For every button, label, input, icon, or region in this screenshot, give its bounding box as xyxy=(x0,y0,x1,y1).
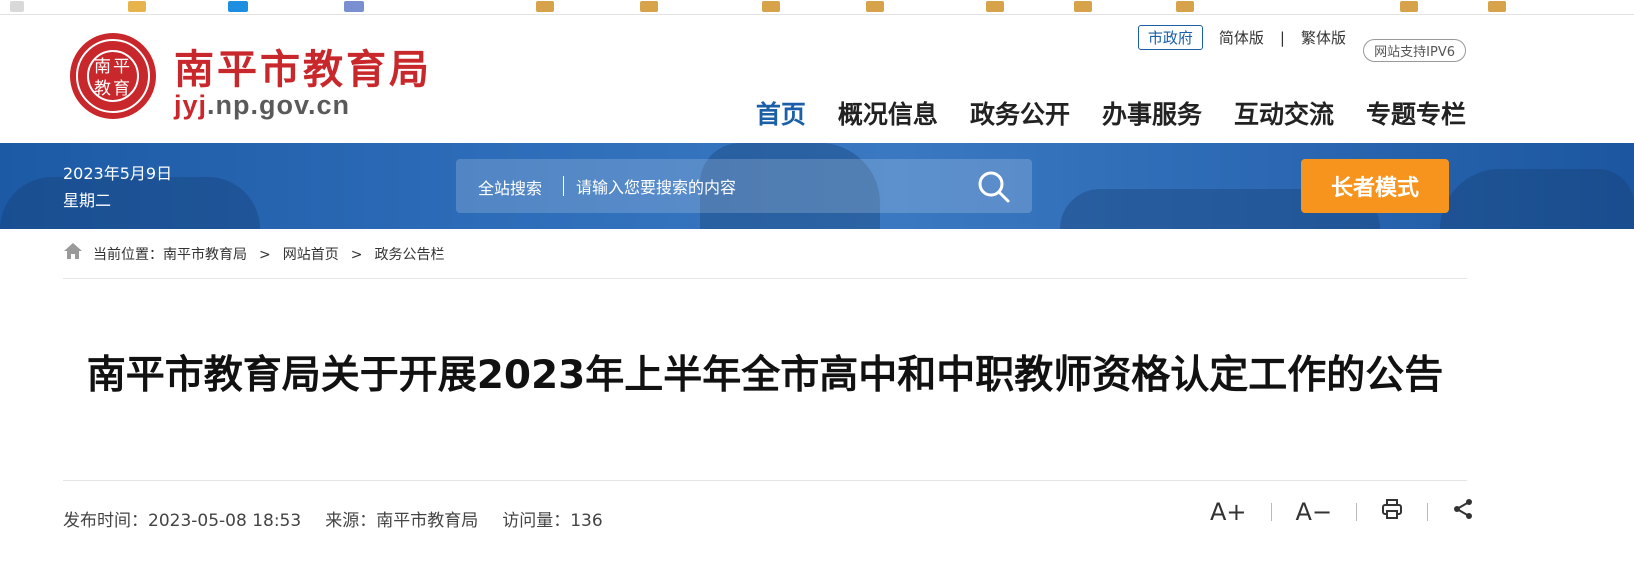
article-tools: A+ A− xyxy=(1210,498,1474,526)
bookmark-item[interactable] xyxy=(866,1,884,12)
breadcrumb-trail: 当前位置：南平市教育局 > 网站首页 > 政务公告栏 xyxy=(93,244,444,264)
bookmark-item[interactable] xyxy=(1074,1,1092,12)
share-button[interactable] xyxy=(1452,498,1474,526)
nav-item-government-affairs[interactable]: 政务公开 xyxy=(970,95,1070,131)
current-date: 2023年5月9日 xyxy=(63,164,173,183)
tool-separator xyxy=(1270,503,1272,521)
breadcrumb: 当前位置：南平市教育局 > 网站首页 > 政务公告栏 xyxy=(63,242,1467,279)
banner-mountain-decoration xyxy=(1440,169,1634,229)
bookmark-item[interactable] xyxy=(228,1,248,12)
meta-divider xyxy=(63,480,1467,481)
bookmark-item[interactable] xyxy=(986,1,1004,12)
printer-icon xyxy=(1382,499,1403,519)
search-divider xyxy=(563,176,564,196)
home-icon xyxy=(64,243,82,259)
main-nav: 首页 概况信息 政务公开 办事服务 互动交流 专题专栏 xyxy=(724,95,1466,131)
publish-time: 2023-05-08 18:53 xyxy=(148,511,302,531)
font-increase-button[interactable]: A+ xyxy=(1210,498,1247,526)
nav-item-home[interactable]: 首页 xyxy=(756,95,806,131)
browser-bookmarks-bar xyxy=(0,0,1634,15)
site-search: 全站搜索 xyxy=(456,159,1032,213)
site-header: 南平 教育 南平市教育局 jyj.np.gov.cn 市政府 简体版 | 繁体版… xyxy=(0,15,1634,143)
article-title: 南平市教育局关于开展2023年上半年全市高中和中职教师资格认定工作的公告 xyxy=(86,353,1444,398)
logo-text: 南平 教育 xyxy=(87,50,139,102)
font-decrease-button[interactable]: A− xyxy=(1296,498,1333,526)
simplified-link[interactable]: 简体版 xyxy=(1219,27,1264,48)
views-label: 访问量： xyxy=(502,511,571,531)
bookmark-item[interactable] xyxy=(640,1,658,12)
breadcrumb-separator: > xyxy=(350,247,363,263)
nav-item-services[interactable]: 办事服务 xyxy=(1102,95,1202,131)
bookmark-item[interactable] xyxy=(128,1,146,12)
bookmark-item[interactable] xyxy=(1488,1,1506,12)
tool-separator xyxy=(1356,503,1358,521)
domain-highlight: jyj xyxy=(174,90,208,120)
domain-rest: .np.gov.cn xyxy=(207,90,351,120)
bookmark-item[interactable] xyxy=(344,1,364,12)
search-button[interactable] xyxy=(976,169,1012,205)
search-label: 全站搜索 xyxy=(478,179,543,198)
views-count: 136 xyxy=(570,511,603,531)
nav-item-interaction[interactable]: 互动交流 xyxy=(1234,95,1334,131)
city-gov-link[interactable]: 市政府 xyxy=(1137,25,1203,50)
breadcrumb-item-bureau[interactable]: 南平市教育局 xyxy=(163,247,247,263)
ipv6-badge: 网站支持IPV6 xyxy=(1363,39,1466,62)
breadcrumb-separator: > xyxy=(259,247,271,263)
breadcrumb-item-bulletin[interactable]: 政务公告栏 xyxy=(374,247,444,263)
bookmark-item[interactable] xyxy=(536,1,554,12)
source-label: 来源： xyxy=(325,511,377,531)
article-meta: 发布时间：2023-05-08 18:53 来源：南平市教育局 访问量：136 xyxy=(63,506,603,531)
share-icon xyxy=(1454,499,1473,519)
banner: 2023年5月9日 星期二 全站搜索 长者模式 xyxy=(0,143,1634,229)
search-icon xyxy=(978,171,1010,203)
nav-item-special-topics[interactable]: 专题专栏 xyxy=(1366,95,1466,131)
bookmark-item[interactable] xyxy=(10,1,24,12)
date-display: 2023年5月9日 星期二 xyxy=(63,160,172,214)
bookmark-item[interactable] xyxy=(1400,1,1418,12)
breadcrumb-item-home[interactable]: 网站首页 xyxy=(283,247,339,263)
source: 南平市教育局 xyxy=(376,511,479,531)
current-weekday: 星期二 xyxy=(63,191,112,210)
traditional-link[interactable]: 繁体版 xyxy=(1301,27,1346,48)
elder-mode-button[interactable]: 长者模式 xyxy=(1301,159,1449,213)
breadcrumb-prefix: 当前位置： xyxy=(93,247,163,263)
bookmark-item[interactable] xyxy=(762,1,780,12)
site-name[interactable]: 南平市教育局 xyxy=(174,37,432,95)
tool-separator xyxy=(1427,503,1429,521)
site-domain: jyj.np.gov.cn xyxy=(174,90,350,121)
bookmark-item[interactable] xyxy=(1176,1,1194,12)
nav-item-overview[interactable]: 概况信息 xyxy=(838,95,938,131)
publish-time-label: 发布时间： xyxy=(63,511,148,531)
search-input[interactable] xyxy=(574,169,958,205)
site-logo-seal[interactable]: 南平 教育 xyxy=(70,33,156,119)
print-button[interactable] xyxy=(1381,498,1403,526)
lang-separator: | xyxy=(1279,28,1285,47)
top-links: 市政府 简体版 | 繁体版 xyxy=(1137,25,1346,50)
